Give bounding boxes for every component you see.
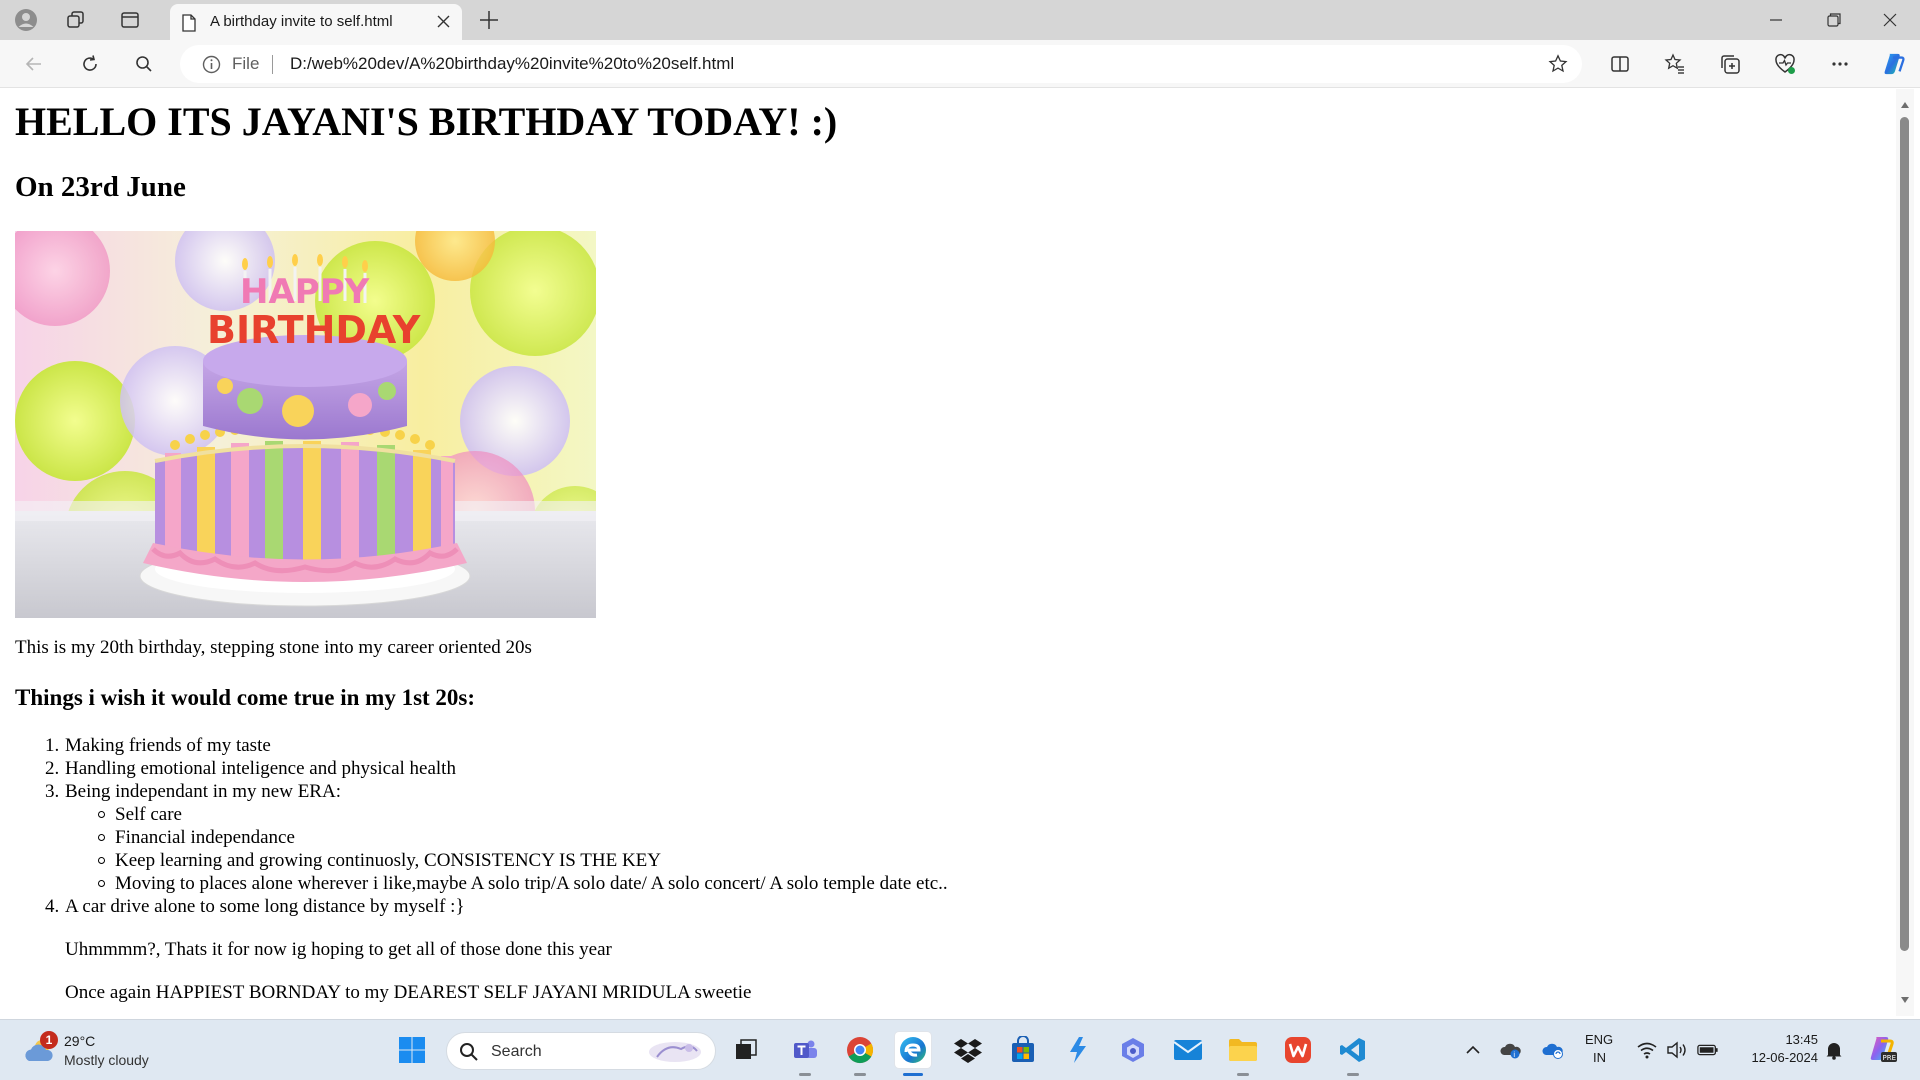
sub-list-item-text: Financial independance xyxy=(115,827,295,848)
running-indicator xyxy=(1347,1073,1359,1076)
file-explorer-icon[interactable] xyxy=(1225,1032,1261,1076)
list-item-number: 4. xyxy=(45,896,60,917)
copilot-preview-icon[interactable]: PRE xyxy=(1867,1034,1897,1064)
wps-office-icon[interactable] xyxy=(1280,1032,1316,1068)
active-indicator xyxy=(903,1073,923,1076)
date-heading: On 23rd June xyxy=(15,171,186,203)
running-indicator xyxy=(799,1073,811,1076)
start-windows-icon[interactable] xyxy=(394,1032,430,1068)
volume-icon[interactable] xyxy=(1666,1039,1688,1061)
edge-icon[interactable] xyxy=(895,1032,931,1076)
closing-paragraph: Once again HAPPIEST BORNDAY to my DEARES… xyxy=(65,982,752,1003)
task-view-icon[interactable] xyxy=(728,1032,764,1068)
scrollbar-thumb[interactable] xyxy=(1900,117,1909,951)
list-item-text: Being independant in my new ERA: xyxy=(65,781,341,802)
cake-topper-birthday: BIRTHDAY xyxy=(207,308,421,352)
browser-tab[interactable]: A birthday invite to self.html xyxy=(170,4,462,40)
circle-bullet-icon xyxy=(98,811,105,818)
chrome-icon[interactable] xyxy=(842,1032,878,1076)
list-item-text: A car drive alone to some long distance … xyxy=(65,896,465,917)
tab-title: A birthday invite to self.html xyxy=(210,13,393,30)
microsoft-store-icon[interactable] xyxy=(1005,1032,1041,1068)
taskbar-search-box[interactable]: Search xyxy=(446,1032,716,1070)
copilot-app-icon[interactable] xyxy=(1115,1032,1151,1068)
clock-date[interactable]: 12-06-2024 xyxy=(1738,1050,1819,1065)
intro-paragraph: This is my 20th birthday, stepping stone… xyxy=(15,637,532,658)
wishes-heading: Things i wish it would come true in my 1… xyxy=(15,685,476,710)
favorites-icon[interactable] xyxy=(1663,52,1687,76)
workspaces-icon[interactable] xyxy=(64,8,88,32)
cake-topper-happy: HAPPY xyxy=(240,272,370,312)
minimize-icon[interactable] xyxy=(1762,8,1790,32)
chevron-up-icon[interactable] xyxy=(1462,1039,1484,1061)
address-scheme: File xyxy=(232,54,260,73)
circle-bullet-icon xyxy=(98,880,105,887)
wifi-icon[interactable] xyxy=(1636,1039,1658,1061)
browser-essentials-icon[interactable] xyxy=(1773,52,1797,76)
collections-icon[interactable] xyxy=(1718,52,1742,76)
mail-icon[interactable] xyxy=(1170,1032,1206,1068)
language-region: IN xyxy=(1593,1050,1606,1065)
svg-text:i: i xyxy=(1513,1051,1515,1059)
back-arrow-icon[interactable] xyxy=(22,52,46,76)
weather-widget[interactable]: 1 29°C Mostly cloudy xyxy=(22,1031,172,1071)
title-bar: A birthday invite to self.html xyxy=(0,0,1920,40)
info-icon[interactable] xyxy=(202,55,221,79)
list-item-text: Handling emotional inteligence and physi… xyxy=(65,758,456,779)
search-placeholder: Search xyxy=(491,1043,542,1060)
language-indicator[interactable]: ENG xyxy=(1585,1032,1613,1047)
notification-badge: 1 xyxy=(40,1031,58,1049)
vscode-icon[interactable] xyxy=(1335,1032,1371,1076)
address-divider xyxy=(272,55,273,74)
svg-text:PRE: PRE xyxy=(1883,1054,1897,1062)
search-icon[interactable] xyxy=(132,52,156,76)
vertical-scrollbar[interactable] xyxy=(1896,89,1914,1016)
sub-list-item-text: Self care xyxy=(115,804,182,825)
circle-bullet-icon xyxy=(98,857,105,864)
onedrive-status-icon[interactable]: i xyxy=(1500,1039,1522,1061)
onedrive-sync-icon[interactable] xyxy=(1542,1039,1564,1061)
battery-icon[interactable] xyxy=(1697,1039,1719,1061)
close-tab-icon[interactable] xyxy=(437,15,450,33)
clock-time[interactable]: 13:45 xyxy=(1778,1032,1818,1047)
more-options-icon[interactable] xyxy=(1828,52,1852,76)
search-icon xyxy=(459,1042,479,1067)
favorite-star-icon[interactable] xyxy=(1548,54,1568,79)
new-tab-icon[interactable] xyxy=(478,9,500,36)
list-item-number: 1. xyxy=(45,735,60,756)
dropbox-icon[interactable] xyxy=(950,1032,986,1068)
copilot-icon[interactable] xyxy=(1882,52,1906,76)
address-bar[interactable]: File D:/web%20dev/A%20birthday%20invite%… xyxy=(180,45,1582,83)
restore-icon[interactable] xyxy=(1820,8,1848,32)
weather-temperature: 29°C xyxy=(64,1033,96,1049)
circle-bullet-icon xyxy=(98,834,105,841)
notifications-bell-icon[interactable] xyxy=(1823,1039,1845,1061)
sub-list-item-text: Keep learning and growing continuosly, C… xyxy=(115,850,662,871)
list-item-number: 2. xyxy=(45,758,60,779)
split-screen-icon[interactable] xyxy=(1608,52,1632,76)
search-highlight-icon xyxy=(647,1039,703,1070)
page-viewport: HELLO ITS JAYANI'S BIRTHDAY TODAY! :) On… xyxy=(0,89,1920,1016)
scroll-down-arrow-icon[interactable] xyxy=(1900,991,1910,1009)
scroll-up-arrow-icon[interactable] xyxy=(1900,96,1910,114)
page-heading: HELLO ITS JAYANI'S BIRTHDAY TODAY! :) xyxy=(15,99,838,144)
vertical-tabs-icon[interactable] xyxy=(118,8,142,32)
list-item-number: 3. xyxy=(45,781,60,802)
sub-list-item-text: Moving to places alone wherever i like,m… xyxy=(115,873,948,894)
list-item-text: Making friends of my taste xyxy=(65,735,271,756)
taskbar: 1 29°C Mostly cloudy Search i ENG IN 13:… xyxy=(0,1019,1920,1080)
running-indicator xyxy=(854,1073,866,1076)
browser-toolbar: File D:/web%20dev/A%20birthday%20invite%… xyxy=(0,40,1920,88)
birthday-cake-image: HAPPY BIRTHDAY xyxy=(15,231,596,618)
profile-icon[interactable] xyxy=(14,8,38,32)
power-automate-icon[interactable] xyxy=(1060,1032,1096,1068)
close-window-icon[interactable] xyxy=(1876,8,1904,32)
address-url[interactable]: D:/web%20dev/A%20birthday%20invite%20to%… xyxy=(290,54,734,74)
running-indicator xyxy=(1237,1073,1249,1076)
weather-description: Mostly cloudy xyxy=(64,1052,149,1068)
teams-icon[interactable] xyxy=(787,1032,823,1076)
document-icon xyxy=(182,14,196,37)
refresh-icon[interactable] xyxy=(78,52,102,76)
closing-paragraph: Uhmmmm?, Thats it for now ig hoping to g… xyxy=(65,939,612,960)
